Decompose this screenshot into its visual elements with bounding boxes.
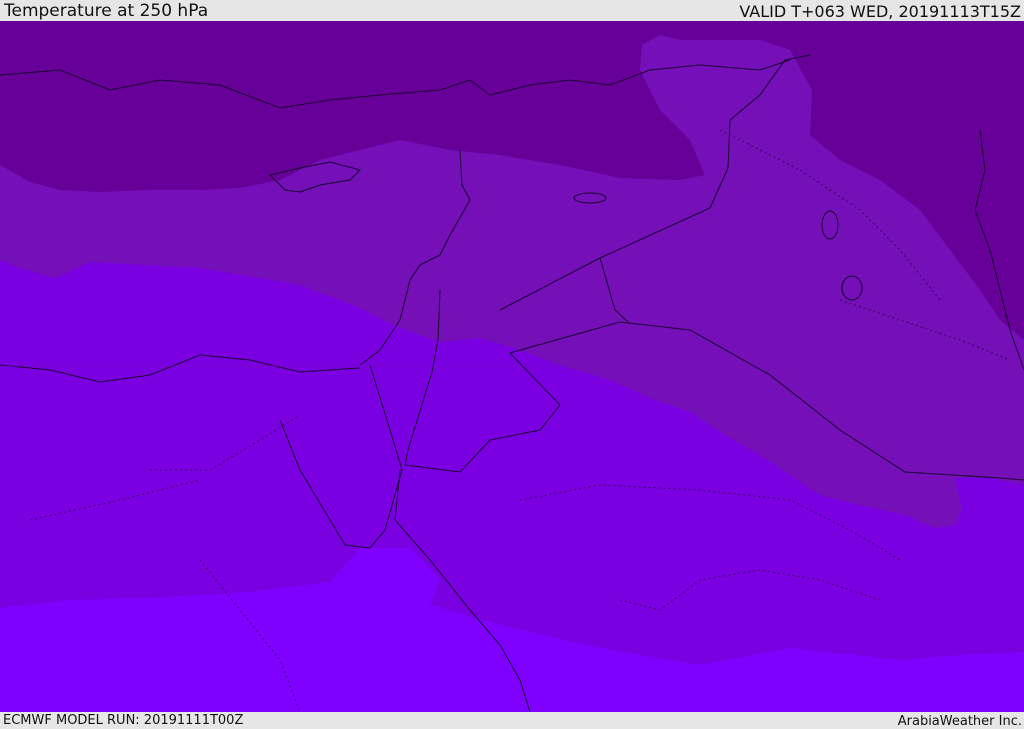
footer-bar: ECMWF MODEL RUN: 20191111T00Z ArabiaWeat… xyxy=(0,712,1024,729)
header-bar: Temperature at 250 hPa VALID T+063 WED, … xyxy=(0,0,1024,21)
lake-2 xyxy=(821,210,839,240)
map-title: Temperature at 250 hPa xyxy=(4,1,209,21)
temperature-map[interactable] xyxy=(0,21,1024,712)
valid-time: VALID T+063 WED, 20191113T15Z xyxy=(739,2,1021,21)
lake-3 xyxy=(841,275,863,301)
model-run: ECMWF MODEL RUN: 20191111T00Z xyxy=(3,713,244,728)
credit: ArabiaWeather Inc. xyxy=(897,714,1022,729)
lake-1 xyxy=(573,192,607,204)
